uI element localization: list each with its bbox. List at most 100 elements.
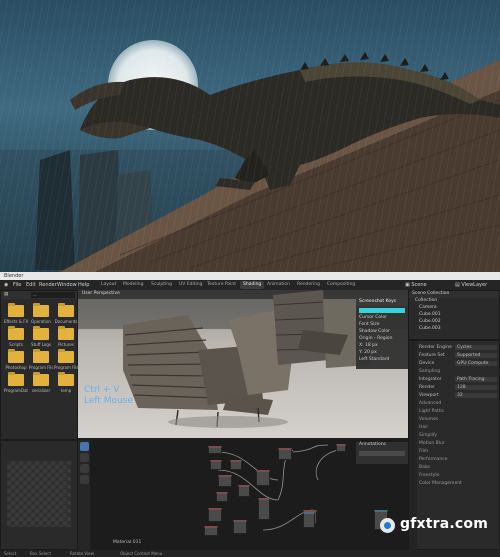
window-titlebar: Blender (0, 272, 500, 280)
folder-icon[interactable]: ▤ (4, 292, 8, 297)
npanel-row: Cursor Color (359, 315, 387, 320)
shader-node[interactable] (204, 526, 218, 536)
tab-texture-paint[interactable]: Texture Paint (204, 281, 239, 289)
shader-node[interactable] (256, 470, 270, 486)
folder-item[interactable]: Documents (54, 303, 78, 324)
property-label: Light Paths (419, 409, 444, 414)
shader-node[interactable] (208, 446, 222, 454)
property-row[interactable]: Device GPU Compute (419, 361, 499, 369)
property-row[interactable]: Film (419, 449, 499, 457)
property-row[interactable]: Performance (419, 457, 499, 465)
shader-node[interactable] (208, 508, 222, 522)
menu-file[interactable]: File (13, 282, 21, 288)
folder-label: temp (60, 388, 72, 393)
tab-animation[interactable]: Animation (264, 281, 293, 289)
outliner-item[interactable]: Camera (409, 305, 499, 312)
property-value[interactable]: 32 (455, 393, 497, 398)
property-label: Motion Blur (419, 441, 445, 446)
tab-shading[interactable]: Shading (240, 281, 265, 289)
shader-node[interactable] (258, 498, 270, 520)
property-row[interactable]: Viewport 32 (419, 393, 499, 401)
property-label: Render (419, 385, 436, 390)
property-row[interactable]: Integrator Path Tracing (419, 377, 499, 385)
folder-item[interactable]: Scripts (4, 326, 28, 347)
property-row[interactable]: Color Management (419, 481, 499, 489)
path-field[interactable]: ... (31, 292, 75, 298)
scene-selector[interactable]: ▣ Scene (405, 282, 427, 288)
property-row[interactable]: Motion Blur (419, 441, 499, 449)
folder-item[interactable]: temp (54, 372, 78, 393)
folder-item[interactable]: Operation (29, 303, 53, 324)
property-value[interactable]: GPU Compute (455, 361, 497, 366)
folder-item[interactable]: Pictures (54, 326, 78, 347)
folder-item[interactable]: Program Files (29, 349, 53, 370)
shader-node[interactable] (278, 448, 292, 460)
property-row[interactable]: Sampling (419, 369, 499, 377)
outliner-item[interactable]: Cube.002 (409, 319, 499, 326)
property-row[interactable]: Feature Set Supported (419, 353, 499, 361)
property-value[interactable]: 128 (455, 385, 497, 390)
shader-node-editor[interactable]: Material.011 Annotations (78, 440, 408, 553)
folder-item[interactable]: Program Files (54, 349, 78, 370)
property-row[interactable]: Freestyle (419, 473, 499, 481)
folder-label: serializer (31, 388, 51, 393)
shader-node[interactable] (233, 520, 247, 534)
property-row[interactable]: Volumes (419, 417, 499, 425)
image-canvas[interactable] (7, 461, 71, 527)
3d-viewport[interactable]: User Perspective Ctrl + V Left Mouse Scr… (78, 290, 408, 438)
outliner-item[interactable]: Cube.003 (409, 326, 499, 333)
menu-render[interactable]: Render (39, 282, 57, 288)
shader-node[interactable] (238, 485, 250, 497)
outliner-item[interactable]: Cube.001 (409, 312, 499, 319)
npanel-row[interactable]: Shadow Color (356, 329, 408, 336)
status-select: Select (4, 551, 17, 556)
property-row[interactable]: Hair (419, 425, 499, 433)
shader-node[interactable] (336, 444, 346, 452)
npanel-row[interactable]: Y: 20 px (356, 350, 408, 357)
npanel-row[interactable]: X: 18 px (356, 343, 408, 350)
shader-node[interactable] (210, 460, 222, 470)
shader-node[interactable] (216, 492, 228, 502)
shader-node[interactable] (218, 475, 232, 487)
menu-window[interactable]: Window (57, 282, 77, 288)
status-context-menu: Object Context Menu (120, 551, 163, 556)
folder-item[interactable]: ProgramData (4, 372, 28, 393)
folder-item[interactable]: serializer (29, 372, 53, 393)
folder-item[interactable]: Stuff Logs (29, 326, 53, 347)
npanel-row[interactable]: Font Size (356, 322, 408, 329)
property-row[interactable]: Bake (419, 465, 499, 473)
outliner-item[interactable]: Collection (409, 298, 499, 305)
status-rotate: Rotate View (70, 551, 94, 556)
annotation-layer[interactable] (359, 451, 405, 456)
cursor-color-swatch[interactable] (359, 308, 405, 313)
property-label: Bake (419, 465, 431, 470)
shader-node[interactable] (303, 512, 315, 528)
shader-node[interactable] (230, 460, 242, 470)
folder-icon (33, 326, 49, 340)
property-row[interactable]: Simplify (419, 433, 499, 441)
tab-sculpting[interactable]: Sculpting (148, 281, 175, 289)
blender-logo-icon[interactable]: ◉ (4, 282, 8, 288)
property-row[interactable]: Advanced (419, 401, 499, 409)
property-row[interactable]: Light Paths (419, 409, 499, 417)
npanel-row[interactable]: Left Standard (356, 357, 408, 364)
rain-overlay (0, 0, 500, 272)
tab-rendering[interactable]: Rendering (294, 281, 323, 289)
property-value[interactable]: Supported (455, 353, 497, 358)
image-editor-panel (0, 440, 78, 550)
folder-label: Scripts (9, 342, 23, 347)
tab-layout[interactable]: Layout (98, 281, 119, 289)
tab-modeling[interactable]: Modeling (120, 281, 146, 289)
menu-edit[interactable]: Edit (26, 282, 36, 288)
npanel-row[interactable]: Origin - Region (356, 336, 408, 343)
property-row[interactable]: Render Engine Cycles (419, 345, 499, 353)
folder-item[interactable]: Effects & FX (4, 303, 28, 324)
tab-compositing[interactable]: Compositing (324, 281, 358, 289)
property-value[interactable]: Cycles (455, 345, 497, 350)
menu-help[interactable]: Help (78, 282, 89, 288)
view-layer-selector[interactable]: ▤ ViewLayer (455, 282, 487, 288)
property-row[interactable]: Render 128 (419, 385, 499, 393)
folder-item[interactable]: Photoshop (4, 349, 28, 370)
property-value[interactable]: Path Tracing (455, 377, 497, 382)
tab-uv-editing[interactable]: UV Editing (176, 281, 205, 289)
